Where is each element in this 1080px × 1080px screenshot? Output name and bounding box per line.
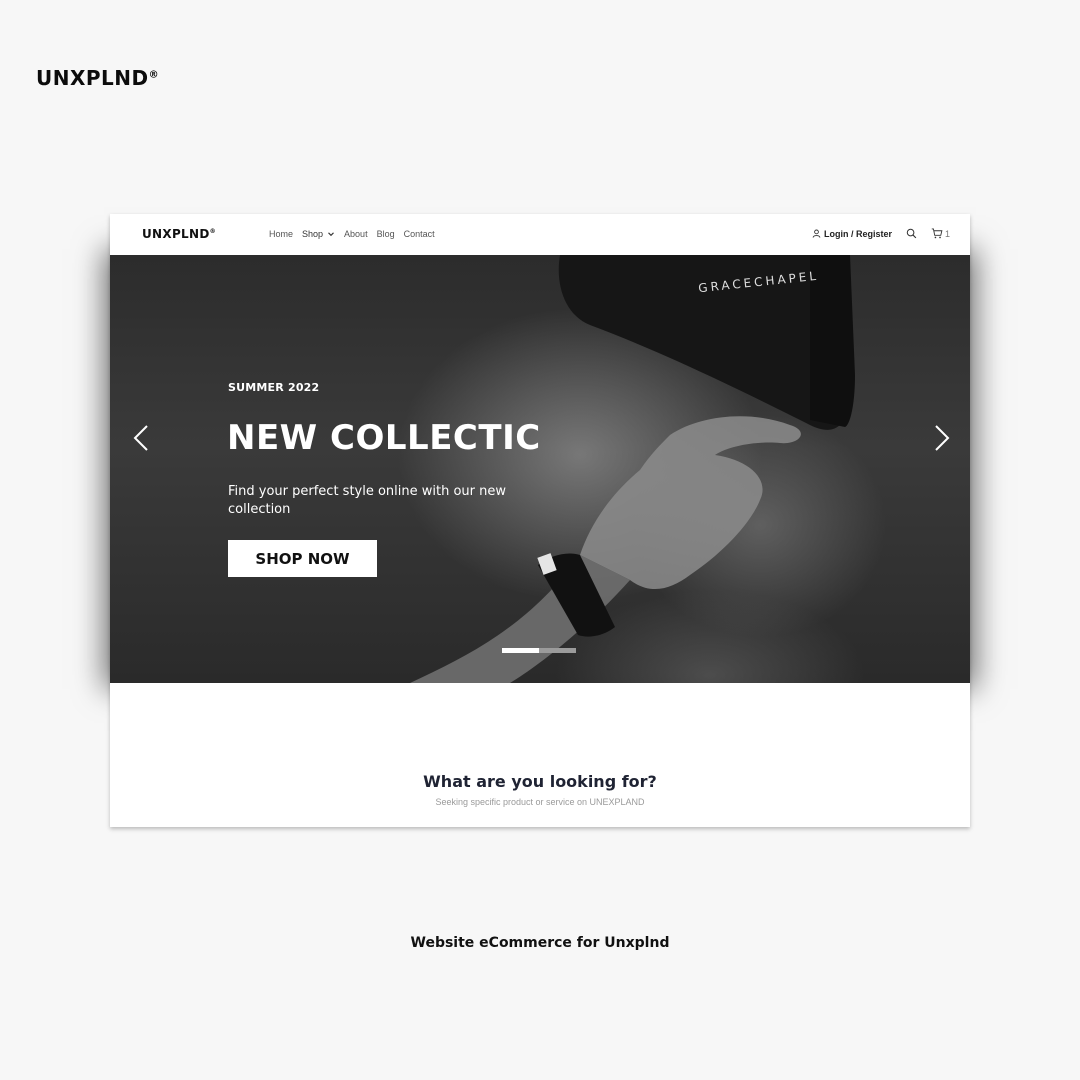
- nav-link-about[interactable]: About: [344, 229, 368, 239]
- hero-slider: GRACECHAPEL SUMMER 2022 NEW COLLECTIC Fi…: [110, 255, 970, 683]
- hero-subtitle: Find your perfect style online with our …: [228, 484, 507, 517]
- login-register-label: Login / Register: [823, 228, 892, 239]
- slider-next-button[interactable]: [931, 422, 953, 454]
- slider-dot-2[interactable]: [539, 648, 576, 653]
- hero-title: NEW COLLECTIC: [227, 418, 541, 458]
- top-navbar: UNXPLND® Home Shop About Blog Contact Lo…: [110, 214, 970, 255]
- brand-logo: UNXPLND®: [36, 66, 160, 90]
- user-icon: [812, 229, 821, 238]
- chevron-right-icon: [935, 425, 950, 451]
- cart-icon: [931, 228, 943, 239]
- slider-indicators: [502, 648, 576, 653]
- nav-link-blog[interactable]: Blog: [377, 229, 395, 239]
- chevron-down-icon: [328, 232, 334, 237]
- chevron-left-icon: [133, 425, 148, 451]
- search-icon: [906, 228, 917, 239]
- slider-prev-button[interactable]: [130, 422, 152, 454]
- website-mockup: UNXPLND® Home Shop About Blog Contact Lo…: [110, 214, 970, 827]
- caption: Website eCommerce for Unxplnd: [410, 935, 670, 951]
- cart-button[interactable]: 1: [931, 228, 950, 239]
- search-button[interactable]: [906, 228, 917, 239]
- section-title: What are you looking for?: [423, 772, 657, 791]
- slider-dot-1[interactable]: [502, 648, 539, 653]
- login-register-link[interactable]: Login / Register: [812, 229, 892, 239]
- cart-count: 1: [944, 228, 950, 239]
- nav-link-home[interactable]: Home: [269, 229, 293, 239]
- nav-logo[interactable]: UNXPLND®: [142, 227, 216, 241]
- nav-link-contact[interactable]: Contact: [404, 229, 435, 239]
- nav-link-shop[interactable]: Shop: [302, 229, 335, 239]
- nav-link-shop-label: Shop: [302, 229, 324, 239]
- hero-eyebrow: SUMMER 2022: [228, 381, 320, 394]
- section-subtitle: Seeking specific product or service on U…: [435, 797, 645, 807]
- nav-menu: Home Shop About Blog Contact: [269, 229, 435, 239]
- search-intro-section: What are you looking for? Seeking specif…: [110, 683, 970, 827]
- hero-photo: [410, 255, 855, 683]
- shop-now-button[interactable]: SHOP NOW: [228, 540, 377, 577]
- nav-actions: Login / Register 1: [812, 228, 950, 239]
